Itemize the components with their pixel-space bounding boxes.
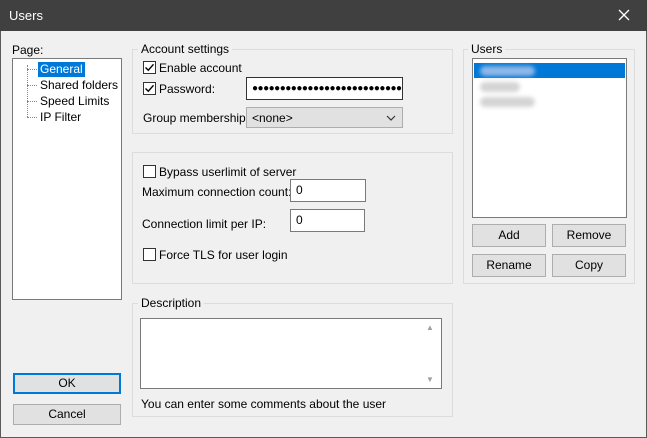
tree-item-ip-filter[interactable]: IP Filter: [38, 110, 83, 125]
connection-per-ip-input[interactable]: 0: [290, 209, 365, 232]
copy-user-button[interactable]: Copy: [552, 254, 626, 277]
force-tls-label: Force TLS for user login: [159, 248, 288, 262]
scroll-up-arrow-icon[interactable]: ▲: [426, 323, 643, 332]
user-list-item[interactable]: [474, 79, 625, 94]
enable-account-checkbox[interactable]: [143, 61, 156, 77]
users-list[interactable]: [472, 58, 627, 218]
page-label: Page:: [12, 43, 44, 57]
bypass-userlimit-label: Bypass userlimit of server: [159, 165, 297, 179]
user-list-item[interactable]: [474, 94, 625, 109]
redacted-username: [480, 82, 520, 92]
group-membership-label: Group membership:: [143, 111, 250, 125]
group-membership-value: <none>: [252, 111, 293, 125]
ok-button[interactable]: OK: [13, 373, 121, 394]
tree-connector: [27, 117, 37, 118]
rename-user-button[interactable]: Rename: [472, 254, 546, 277]
remove-user-button[interactable]: Remove: [552, 224, 626, 247]
cancel-button[interactable]: Cancel: [13, 404, 121, 425]
description-title: Description: [138, 296, 205, 310]
group-membership-select[interactable]: <none>: [246, 107, 403, 128]
user-list-item-selected[interactable]: [474, 63, 625, 78]
chevron-down-icon: [386, 115, 396, 121]
title-bar: Users: [0, 0, 647, 31]
checkmark-icon: [145, 84, 155, 93]
tree-connector: [27, 85, 37, 86]
tree-connector: [27, 65, 28, 117]
redacted-username: [480, 97, 535, 107]
users-title: Users: [468, 42, 506, 56]
tree-connector: [27, 69, 37, 70]
password-label: Password:: [159, 82, 216, 96]
enable-account-label: Enable account: [159, 61, 242, 75]
checkmark-icon: [145, 63, 155, 72]
connection-per-ip-label: Connection limit per IP:: [142, 217, 267, 231]
close-icon: [618, 9, 630, 21]
add-user-button[interactable]: Add: [472, 224, 546, 247]
close-button[interactable]: [601, 0, 647, 31]
max-connection-input[interactable]: 0: [290, 179, 366, 202]
tree-item-general[interactable]: General: [38, 62, 85, 77]
force-tls-checkbox[interactable]: [143, 248, 156, 264]
bypass-userlimit-checkbox[interactable]: [143, 165, 156, 181]
description-hint: You can enter some comments about the us…: [141, 397, 387, 411]
max-connection-label: Maximum connection count:: [142, 185, 292, 199]
description-textarea[interactable]: [140, 318, 442, 389]
password-field[interactable]: ●●●●●●●●●●●●●●●●●●●●●●●●●●●●●●●: [246, 77, 403, 100]
window-title: Users: [9, 8, 43, 23]
tree-connector: [27, 101, 37, 102]
scroll-down-arrow-icon[interactable]: ▼: [426, 375, 643, 384]
page-tree[interactable]: General Shared folders Speed Limits IP F…: [12, 58, 122, 300]
tree-item-speed-limits[interactable]: Speed Limits: [38, 94, 111, 109]
redacted-username: [480, 66, 535, 76]
account-settings-title: Account settings: [138, 42, 233, 56]
password-checkbox[interactable]: [143, 82, 156, 98]
tree-item-shared-folders[interactable]: Shared folders: [38, 78, 120, 93]
